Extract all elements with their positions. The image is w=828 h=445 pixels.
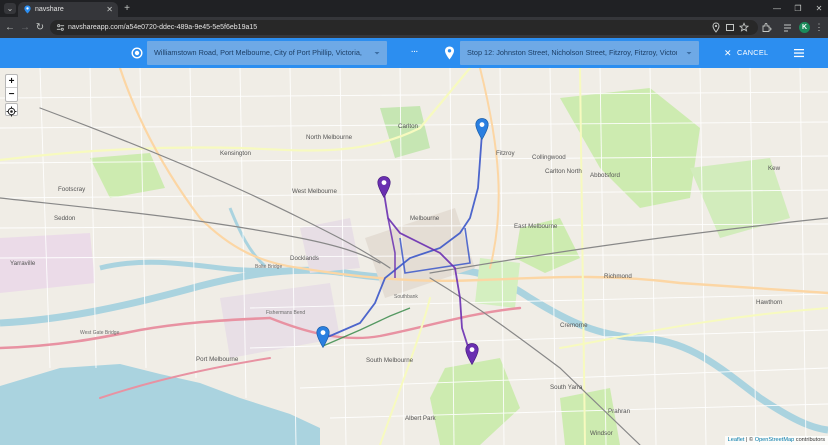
place-label: Hawthorn <box>756 299 783 306</box>
map-marker-blue-icon[interactable] <box>475 118 489 140</box>
site-info-icon[interactable] <box>56 22 65 33</box>
chevron-down-icon <box>686 52 692 55</box>
window-close-icon[interactable]: ✕ <box>812 2 826 15</box>
crosshair-icon <box>6 106 17 117</box>
place-label: Cremorne <box>560 322 588 329</box>
place-label: Seddon <box>54 215 76 222</box>
place-label: West Melbourne <box>292 188 337 195</box>
map-marker-blue-icon[interactable] <box>316 326 330 348</box>
place-label: Albert Park <box>405 415 436 422</box>
restore-icon[interactable]: ❐ <box>791 2 805 15</box>
leaflet-link[interactable]: Leaflet <box>728 437 745 443</box>
origin-select[interactable]: Williamstown Road, Port Melbourne, City … <box>147 41 387 65</box>
place-label: Southbank <box>394 294 418 300</box>
place-label: Fishermans Bend <box>266 310 306 316</box>
minimize-icon[interactable]: — <box>770 2 784 15</box>
place-label: Carlton <box>398 123 418 130</box>
profile-avatar[interactable]: K <box>799 22 810 33</box>
place-label: Port Melbourne <box>196 356 239 363</box>
browser-tab[interactable]: navshare ✕ <box>18 2 118 17</box>
map-view[interactable]: Carlton North North Melbourne West Melbo… <box>0 68 828 445</box>
place-label: Fitzroy <box>496 150 515 157</box>
place-label: East Melbourne <box>514 223 558 230</box>
new-tab-button[interactable]: + <box>122 2 132 15</box>
extensions-icon[interactable] <box>761 22 772 33</box>
destination-value: Stop 12: Johnston Street, Nicholson Stre… <box>467 48 677 57</box>
place-label: Kensington <box>220 150 251 157</box>
destination-select[interactable]: Stop 12: Johnston Street, Nicholson Stre… <box>460 41 699 65</box>
origin-target-icon <box>131 47 143 59</box>
place-label: Carlton North <box>545 168 582 175</box>
close-icon: ✕ <box>724 48 732 58</box>
cast-icon[interactable] <box>725 22 735 33</box>
zoom-out-button[interactable]: − <box>6 88 17 101</box>
tab-close-icon[interactable]: ✕ <box>106 4 113 15</box>
browser-toolbar: ← → ↻ navshareapp.com/a54e0720-ddec-489a… <box>0 17 828 38</box>
place-label: Kew <box>768 165 781 172</box>
zoom-in-button[interactable]: + <box>6 75 17 88</box>
forward-icon[interactable]: → <box>19 21 31 34</box>
attribution-suffix: contributors <box>794 437 825 443</box>
map-marker-purple-icon[interactable] <box>465 343 479 365</box>
place-label: Richmond <box>604 273 632 280</box>
place-label: Prahran <box>608 408 631 415</box>
cancel-label: CANCEL <box>737 48 769 57</box>
place-label: Windsor <box>590 430 613 437</box>
route-header: Williamstown Road, Port Melbourne, City … <box>0 38 828 68</box>
place-label: Yarraville <box>10 260 36 267</box>
chevron-down-icon <box>374 52 380 55</box>
tab-search-icon[interactable]: ⌄ <box>4 3 16 14</box>
tab-title: navshare <box>35 6 64 13</box>
location-icon[interactable] <box>711 22 721 33</box>
place-label: Docklands <box>290 255 319 262</box>
browser-menu-icon[interactable]: ⋮ <box>813 21 825 34</box>
address-bar[interactable]: navshareapp.com/a54e0720-ddec-489a-9e45-… <box>50 20 758 35</box>
hamburger-menu-icon[interactable] <box>793 47 805 59</box>
locate-me-button[interactable] <box>5 103 18 117</box>
place-label: Collingwood <box>532 154 566 161</box>
place-label: West Gate Bridge <box>80 330 120 336</box>
place-label: Melbourne <box>410 215 440 222</box>
map-attribution: Leaflet | © OpenStreetMap contributors <box>724 436 828 445</box>
zoom-control: + − <box>5 74 18 102</box>
place-label: Abbotsford <box>590 172 620 179</box>
origin-value: Williamstown Road, Port Melbourne, City … <box>154 48 362 57</box>
reload-icon[interactable]: ↻ <box>34 21 46 34</box>
bookmark-star-icon[interactable] <box>739 22 749 33</box>
browser-tab-strip: ⌄ navshare ✕ + — ❐ ✕ <box>0 0 828 17</box>
place-label: South Melbourne <box>366 357 414 364</box>
media-controls-icon[interactable] <box>783 22 794 33</box>
map-marker-purple-icon[interactable] <box>377 176 391 198</box>
destination-pin-icon <box>445 46 454 60</box>
place-label: Bolte Bridge <box>255 264 283 270</box>
attribution-separator: | © <box>744 437 755 443</box>
url-text: navshareapp.com/a54e0720-ddec-489a-9e45-… <box>68 24 258 31</box>
place-label: North Melbourne <box>306 134 353 141</box>
navshare-favicon-icon <box>24 5 31 14</box>
osm-link[interactable]: OpenStreetMap <box>755 437 795 443</box>
swap-route-button[interactable]: ··· <box>407 46 421 60</box>
place-label: Footscray <box>58 186 86 193</box>
place-label: South Yarra <box>550 384 583 391</box>
back-icon[interactable]: ← <box>4 21 16 34</box>
